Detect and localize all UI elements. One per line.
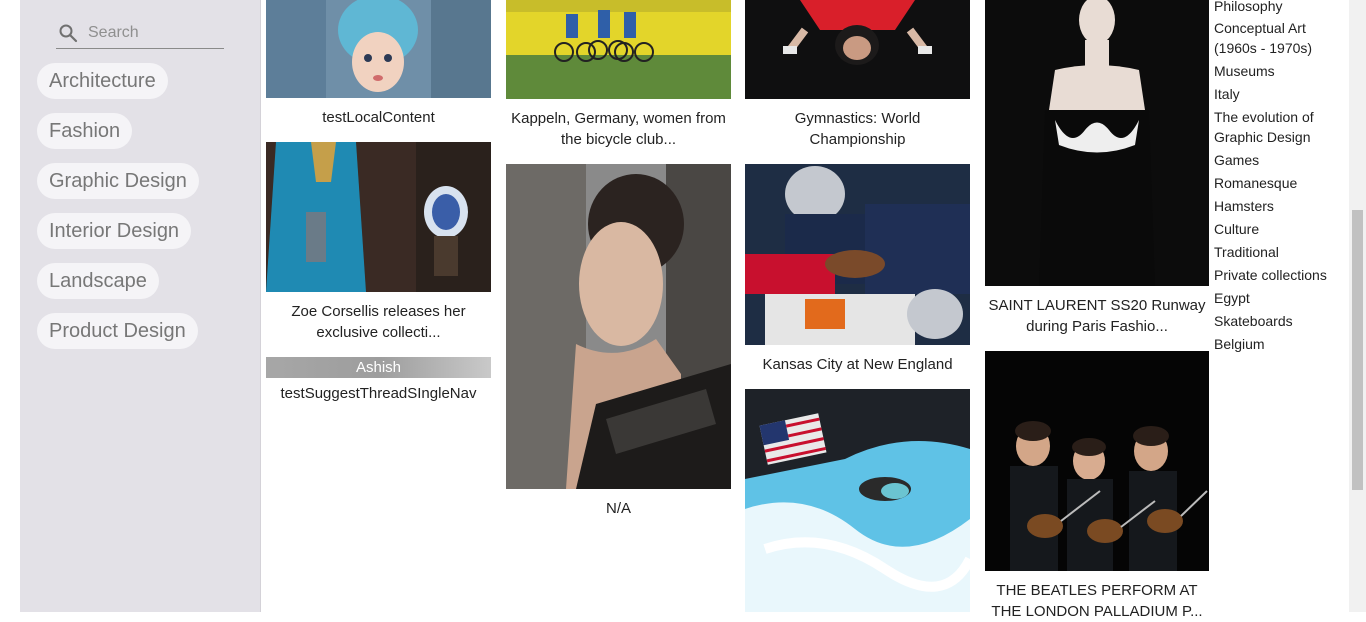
portrait-image[interactable] (506, 164, 731, 489)
left-gutter (0, 0, 20, 612)
category-chip-landscape[interactable]: Landscape (37, 263, 159, 299)
swimmer-image[interactable] (745, 389, 970, 612)
search-icon (59, 24, 78, 43)
author-label: Ashish (266, 357, 491, 378)
runway-caption[interactable]: SAINT LAURENT SS20 Runway during Paris F… (985, 295, 1209, 337)
suggest-caption[interactable]: testSuggestThreadSIngleNav (266, 383, 491, 404)
football-caption[interactable]: Kansas City at New England (745, 354, 970, 375)
tag-museums[interactable]: Museums (1214, 61, 1342, 81)
gymnastics-image[interactable] (745, 0, 970, 99)
search-field[interactable]: Search (56, 18, 224, 49)
zoe-caption[interactable]: Zoe Corsellis releases her exclusive col… (266, 301, 491, 343)
category-chip-interior-design[interactable]: Interior Design (37, 213, 192, 249)
tag-philosophy[interactable]: Philosophy (1214, 0, 1342, 16)
football-image[interactable] (745, 164, 970, 345)
bikes-caption[interactable]: Kappeln, Germany, women from the bicycle… (506, 108, 731, 150)
tag-hamsters[interactable]: Hamsters (1214, 196, 1342, 216)
tag-belgium[interactable]: Belgium (1214, 334, 1342, 354)
search-input[interactable]: Search (88, 24, 139, 42)
tag-culture[interactable]: Culture (1214, 219, 1342, 239)
tag-games[interactable]: Games (1214, 150, 1342, 170)
tag-italy[interactable]: Italy (1214, 84, 1342, 104)
runway-image[interactable] (985, 0, 1210, 286)
beatles-caption[interactable]: THE BEATLES PERFORM AT THE LONDON PALLAD… (985, 580, 1209, 622)
tag-conceptual-art[interactable]: Conceptual Art (1960s - 1970s) (1214, 18, 1342, 58)
scrollbar-thumb[interactable] (1352, 210, 1363, 490)
bikes-image[interactable] (506, 0, 731, 99)
zoe-image[interactable] (266, 142, 491, 292)
tag-evolution-graphic-design[interactable]: The evolution of Graphic Design (1214, 107, 1342, 147)
category-chip-fashion[interactable]: Fashion (37, 113, 133, 149)
doll-caption[interactable]: testLocalContent (266, 107, 491, 128)
tag-egypt[interactable]: Egypt (1214, 288, 1342, 308)
tag-romanesque[interactable]: Romanesque (1214, 173, 1342, 193)
category-chip-graphic-design[interactable]: Graphic Design (37, 163, 199, 199)
portrait-caption[interactable]: N/A (506, 498, 731, 519)
tag-skateboards[interactable]: Skateboards (1214, 311, 1342, 331)
tag-traditional[interactable]: Traditional (1214, 242, 1342, 262)
beatles-image[interactable] (985, 351, 1209, 571)
doll-image[interactable] (266, 0, 491, 98)
category-chip-product-design[interactable]: Product Design (37, 313, 198, 349)
tag-private-collections[interactable]: Private collections (1214, 265, 1342, 285)
gymnastics-caption[interactable]: Gymnastics: World Championship (745, 108, 970, 150)
scrollbar[interactable] (1349, 0, 1366, 612)
category-sidebar: Search Architecture Fashion Graphic Desi… (20, 0, 261, 612)
category-chip-architecture[interactable]: Architecture (37, 63, 168, 99)
